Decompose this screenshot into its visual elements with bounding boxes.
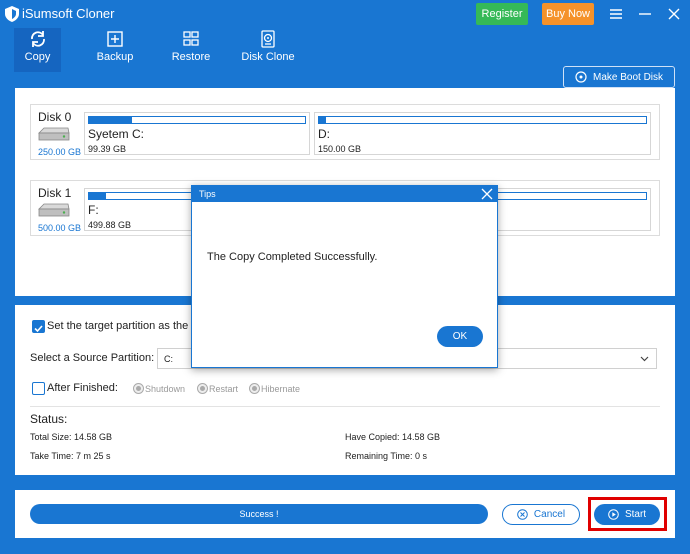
- tab-copy-label: Copy: [24, 51, 51, 63]
- disk-clone-icon: [261, 30, 275, 48]
- tab-disk-clone[interactable]: Disk Clone: [238, 28, 298, 72]
- partition-tile[interactable]: D: 150.00 GB: [314, 112, 651, 155]
- remaining-time-text: Remaining Time: 0 s: [345, 451, 428, 461]
- backup-icon: [107, 31, 123, 47]
- after-finished-checkbox[interactable]: [32, 382, 45, 395]
- partition-label: F:: [88, 203, 99, 217]
- disk-size: 500.00 GB: [38, 223, 82, 233]
- after-finished-label: After Finished:: [47, 382, 118, 394]
- minimize-icon[interactable]: [636, 5, 654, 23]
- hibernate-radio[interactable]: [249, 383, 260, 394]
- cancel-icon: [517, 509, 528, 520]
- disk-name: Disk 0: [38, 110, 72, 124]
- dialog-header: Tips: [192, 186, 497, 202]
- buy-now-button[interactable]: Buy Now: [542, 3, 594, 25]
- partition-size: 150.00 GB: [318, 144, 362, 154]
- shutdown-radio[interactable]: [133, 383, 144, 394]
- cancel-button[interactable]: Cancel: [502, 504, 580, 525]
- disk-name: Disk 1: [38, 186, 72, 200]
- restart-label: Restart: [209, 384, 239, 394]
- progress-bar: Success !: [30, 504, 488, 524]
- dialog-close-icon[interactable]: [480, 187, 494, 201]
- dialog-message: The Copy Completed Successfully.: [207, 251, 378, 263]
- partition-label: D:: [318, 127, 330, 141]
- tab-disk-clone-label: Disk Clone: [241, 51, 295, 63]
- partition-usage-fill: [89, 117, 133, 123]
- restart-radio[interactable]: [197, 383, 208, 394]
- app-logo-icon: [5, 6, 19, 22]
- tips-dialog: Tips The Copy Completed Successfully. OK: [191, 185, 498, 368]
- progress-text: Success !: [239, 509, 279, 519]
- status-heading: Status:: [30, 412, 68, 426]
- check-icon: [34, 325, 43, 333]
- tab-restore[interactable]: Restore: [166, 28, 216, 72]
- disk-row: Disk 0 250.00 GB Syetem C: 99.39 GB D: 1…: [30, 104, 660, 160]
- toolbar: Copy Backup Restore Disk Clone Make Boot…: [0, 28, 690, 88]
- partition-usage-fill: [319, 117, 326, 123]
- total-size-text: Total Size: 14.58 GB: [30, 432, 113, 442]
- hibernate-label: Hibernate: [261, 384, 301, 394]
- partition-size: 499.88 GB: [88, 220, 132, 230]
- shutdown-label: Shutdown: [145, 384, 186, 394]
- close-icon[interactable]: [665, 5, 683, 23]
- chevron-down-icon: [640, 356, 649, 362]
- register-button[interactable]: Register: [476, 3, 528, 25]
- partition-size: 99.39 GB: [88, 144, 127, 154]
- highlight-box: [588, 497, 667, 531]
- tab-backup[interactable]: Backup: [90, 28, 140, 72]
- take-time-text: Take Time: 7 m 25 s: [30, 451, 111, 461]
- disc-icon: [575, 71, 587, 83]
- hard-disk-icon: [38, 127, 70, 141]
- make-boot-disk-button[interactable]: Make Boot Disk: [563, 66, 675, 88]
- tab-backup-label: Backup: [96, 51, 134, 63]
- partition-tile[interactable]: Syetem C: 99.39 GB: [84, 112, 310, 155]
- tab-restore-label: Restore: [171, 51, 211, 63]
- restore-icon: [183, 31, 199, 46]
- app-title: iSumsoft Cloner: [22, 6, 115, 21]
- dialog-title: Tips: [199, 189, 216, 199]
- cancel-label: Cancel: [533, 509, 566, 520]
- target-partition-label: Set the target partition as the b: [47, 320, 198, 332]
- partition-label: Syetem C:: [88, 127, 145, 141]
- tab-copy[interactable]: Copy: [14, 28, 61, 72]
- disk-size: 250.00 GB: [38, 147, 82, 157]
- make-boot-disk-label: Make Boot Disk: [592, 71, 664, 83]
- have-copied-text: Have Copied: 14.58 GB: [345, 432, 441, 442]
- divider: [30, 406, 660, 407]
- hard-disk-icon: [38, 203, 70, 217]
- source-partition-value: C:: [164, 353, 173, 364]
- partition-usage-fill: [89, 193, 106, 199]
- ok-button[interactable]: OK: [437, 326, 483, 347]
- refresh-icon: [30, 31, 45, 47]
- source-partition-label: Select a Source Partition:: [30, 352, 155, 364]
- target-partition-checkbox[interactable]: [32, 320, 45, 333]
- title-bar: iSumsoft Cloner Register Buy Now: [0, 0, 690, 28]
- menu-icon[interactable]: [607, 5, 625, 23]
